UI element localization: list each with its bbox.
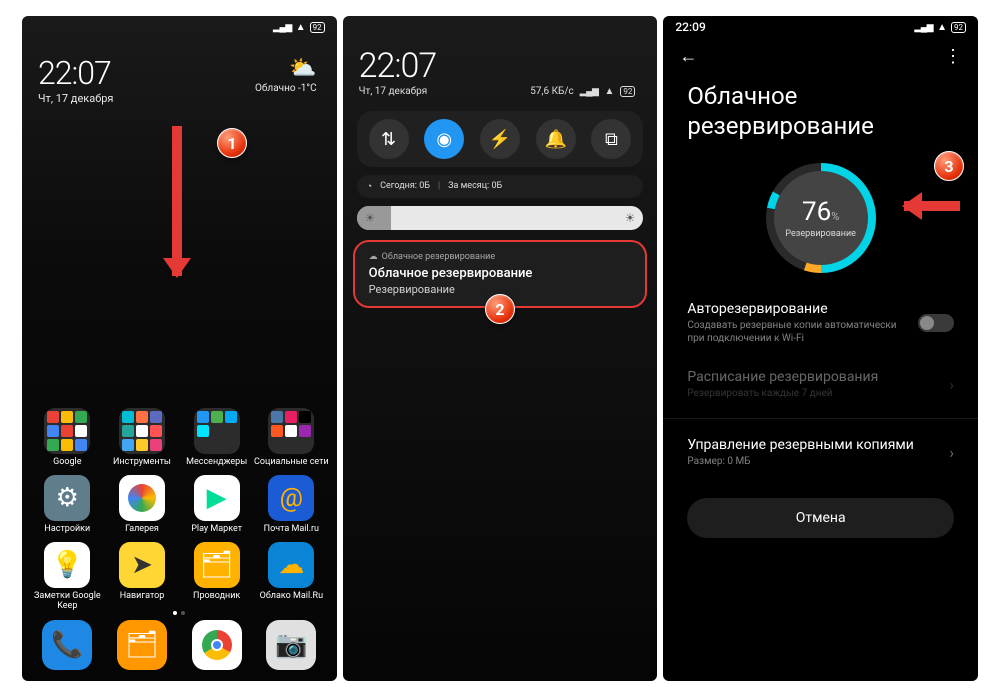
folder-tools[interactable]: Инструменты	[105, 408, 180, 467]
home-screen: ▂▄▆ ▲ 92 22:07 Чт, 17 декабря ⛅ Облачно …	[22, 16, 337, 681]
qs-flashlight[interactable]: ⚡	[480, 119, 520, 159]
battery-icon: 92	[951, 22, 966, 33]
app-grid: Google Инструменты Мессенджеры Социальны…	[22, 408, 337, 611]
status-bar: 22:09 ▂▄▆ ▲ 92	[663, 16, 978, 38]
annotation-arrow-left	[904, 201, 960, 211]
app-files[interactable]: 🗂Проводник	[179, 542, 254, 611]
net-speed: 57,6 КБ/с	[530, 86, 573, 97]
annotation-badge-1: 1	[217, 128, 247, 158]
row-manage-backups[interactable]: Управление резервными копиями Размер: 0 …	[663, 425, 978, 480]
auto-backup-toggle[interactable]	[918, 314, 954, 332]
quick-settings: ⇅ ◉ ⚡ 🔔 ⧉	[357, 111, 644, 167]
panel-date: Чт, 17 декабря	[359, 86, 428, 97]
chevron-right-icon: ›	[949, 443, 954, 462]
row-auto-backup[interactable]: Авторезервирование Создавать резервные к…	[663, 289, 978, 357]
dock: 📞 🗂 📷	[22, 620, 337, 673]
app-keep[interactable]: 💡Заметки Google Keep	[30, 542, 105, 611]
brightness-slider[interactable]: ☀ ☀	[357, 206, 644, 230]
signal-icon: ▂▄▆	[580, 86, 599, 97]
dock-chrome[interactable]	[192, 620, 242, 670]
annotation-badge-3: 3	[934, 151, 964, 181]
qs-data[interactable]: ⇅	[369, 119, 409, 159]
weather-widget[interactable]: ⛅ Облачно -1°C	[255, 56, 317, 94]
cloud-icon: ☁	[369, 252, 378, 262]
dock-camera[interactable]: 📷	[266, 620, 316, 670]
app-navigator[interactable]: ➤Навигатор	[105, 542, 180, 611]
folder-social[interactable]: Социальные сети	[254, 408, 329, 467]
panel-time: 22:07	[359, 46, 642, 86]
signal-icon: ▂▄▆	[273, 22, 292, 33]
wifi-icon: ▲	[604, 86, 614, 97]
battery-icon: 92	[620, 86, 635, 97]
app-play[interactable]: ▶Play Маркет	[179, 475, 254, 534]
chevron-right-icon: ›	[949, 375, 954, 394]
signal-icon: ▂▄▆	[914, 22, 933, 33]
row-schedule: Расписание резервирования Резервировать …	[663, 357, 978, 412]
dock-files[interactable]: 🗂	[117, 620, 167, 670]
data-usage[interactable]: ◔ Сегодня: 0Б| За месяц: 0Б	[357, 175, 644, 198]
more-icon[interactable]: ⋮	[944, 46, 962, 67]
qs-cast[interactable]: ⧉	[591, 119, 631, 159]
annotation-arrow-down	[172, 126, 182, 276]
app-settings[interactable]: ⚙Настройки	[30, 475, 105, 534]
status-bar: ▂▄▆ ▲ 92	[22, 16, 337, 38]
progress-ring: 76% Резервирование	[766, 163, 876, 273]
qs-wifi[interactable]: ◉	[424, 119, 464, 159]
cancel-button[interactable]: Отмена	[687, 498, 954, 538]
annotation-badge-2: 2	[485, 294, 515, 324]
wifi-icon: ▲	[937, 22, 947, 33]
app-gallery[interactable]: Галерея	[105, 475, 180, 534]
back-button[interactable]: ←	[679, 46, 697, 67]
folder-messengers[interactable]: Мессенджеры	[179, 408, 254, 467]
qs-dnd[interactable]: 🔔	[536, 119, 576, 159]
sun-dim-icon: ☀	[365, 211, 376, 225]
app-mailru[interactable]: @Почта Mail.ru	[254, 475, 329, 534]
dock-phone[interactable]: 📞	[42, 620, 92, 670]
progress-percent: 76%	[785, 197, 856, 227]
cloud-backup-notification[interactable]: ☁Облачное резервирование Облачное резерв…	[353, 240, 648, 308]
battery-icon: 92	[310, 22, 325, 33]
notification-panel: 22:07 Чт, 17 декабря 57,6 КБ/с ▂▄▆ ▲ 92 …	[343, 16, 658, 681]
weather-icon: ⛅	[255, 56, 317, 81]
wifi-icon: ▲	[296, 22, 306, 33]
usage-pie-icon: ◔	[367, 181, 372, 192]
sun-bright-icon: ☀	[625, 211, 636, 225]
page-title: Облачное резервирование	[663, 75, 978, 155]
status-time: 22:09	[675, 20, 705, 34]
page-indicator	[22, 611, 337, 615]
app-cloud[interactable]: ☁Облако Mail.Ru	[254, 542, 329, 611]
folder-google[interactable]: Google	[30, 408, 105, 467]
progress-label: Резервирование	[785, 229, 856, 239]
notif-title: Облачное резервирование	[369, 266, 632, 281]
cloud-backup-screen: 22:09 ▂▄▆ ▲ 92 ← ⋮ Облачное резервирован…	[663, 16, 978, 681]
